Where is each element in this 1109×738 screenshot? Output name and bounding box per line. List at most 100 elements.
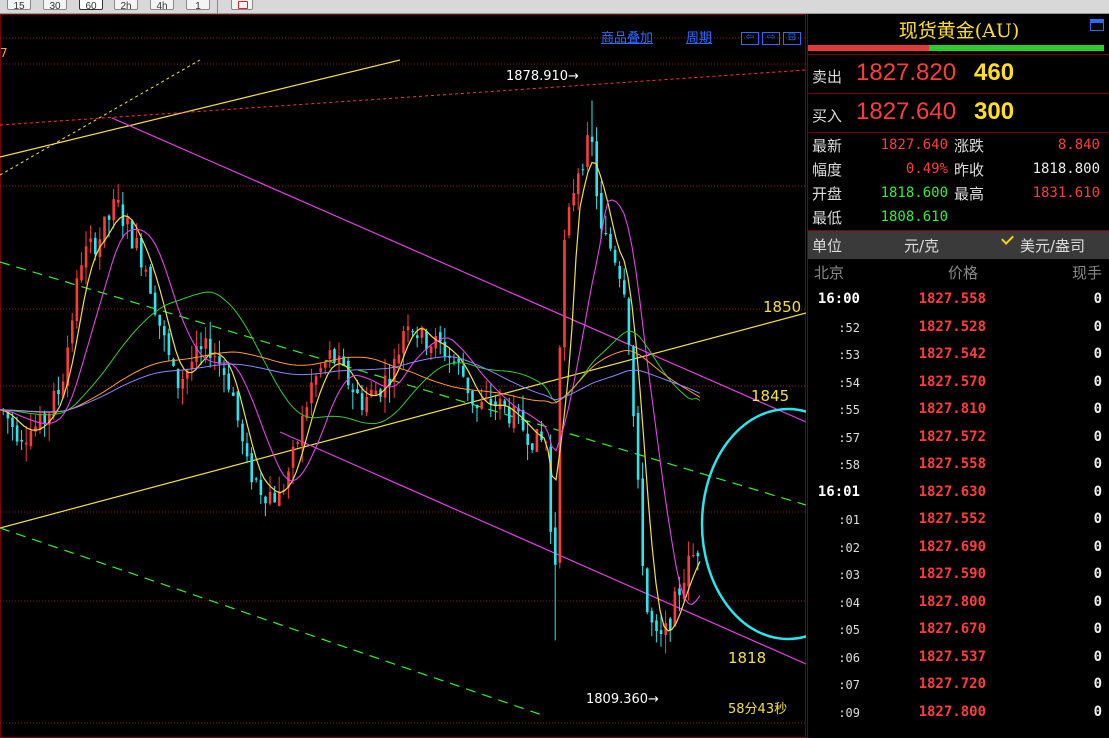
buy-ratio-fill bbox=[929, 45, 1104, 51]
tick-volume: 0 bbox=[1093, 483, 1102, 500]
tick-volume: 0 bbox=[1093, 538, 1102, 555]
candle-body bbox=[360, 393, 364, 410]
candle-body bbox=[126, 217, 129, 225]
candle-body bbox=[429, 346, 433, 354]
candle-body bbox=[163, 326, 166, 336]
candle-body bbox=[278, 491, 281, 506]
tick-row[interactable]: :06 1827.537 0 bbox=[808, 644, 1109, 672]
candle-body bbox=[623, 280, 626, 295]
timeframe-button-4h[interactable]: 4h bbox=[150, 0, 174, 12]
sell-quote-row: 卖出 1827.820 460 bbox=[808, 54, 1109, 93]
candle-body bbox=[485, 396, 488, 398]
candle-body bbox=[107, 215, 111, 220]
tick-volume: 0 bbox=[1093, 346, 1102, 362]
candle-body bbox=[222, 368, 226, 375]
timeframe-button-1[interactable]: 1 bbox=[186, 0, 210, 12]
tick-row[interactable]: :57 1827.572 0 bbox=[808, 424, 1109, 452]
tick-time: 16:00 bbox=[817, 291, 860, 307]
tick-price: 1827.810 bbox=[918, 401, 986, 417]
tick-volume: 0 bbox=[1093, 676, 1102, 692]
chart-window-buttons: ⇦ ⇨ ⊟ bbox=[741, 32, 805, 47]
candle-body bbox=[577, 173, 580, 195]
tick-row[interactable]: :55 1827.810 0 bbox=[808, 396, 1109, 424]
chart-area[interactable]: 7 1850 1845 1818 1878.910→ 1809.360→ 58分43秒 商品… bbox=[0, 14, 806, 738]
tick-time: :05 bbox=[838, 623, 860, 637]
window-icon[interactable] bbox=[1090, 19, 1104, 31]
tick-time: 16:01 bbox=[817, 483, 860, 500]
prev-close-label: 昨收 bbox=[954, 161, 985, 179]
unit-label: 单位 bbox=[812, 237, 843, 255]
sell-volume: 460 bbox=[974, 59, 1015, 86]
tick-volume: 0 bbox=[1093, 511, 1102, 527]
candle-body bbox=[140, 238, 143, 268]
candle-body bbox=[273, 492, 276, 503]
unit-usd-option[interactable]: 美元/盎司 bbox=[1020, 235, 1085, 256]
candle-body bbox=[236, 391, 240, 421]
tick-row[interactable]: :01 1827.552 0 bbox=[808, 506, 1109, 534]
candle-body bbox=[314, 376, 318, 385]
unit-cny-option[interactable]: 元/克 bbox=[904, 235, 939, 256]
tick-time: :02 bbox=[838, 540, 860, 555]
chart-border bbox=[0, 14, 806, 738]
timeframe-button-30[interactable]: 30 bbox=[43, 0, 67, 12]
tick-price: 1827.558 bbox=[918, 456, 986, 472]
tick-price: 1827.528 bbox=[918, 318, 986, 335]
overlay-menu-link[interactable]: 商品叠加 bbox=[601, 31, 653, 47]
open-value: 1818.600 bbox=[880, 185, 948, 201]
candle-body bbox=[471, 390, 474, 405]
tick-price: 1827.558 bbox=[918, 291, 986, 307]
tick-price: 1827.542 bbox=[918, 346, 986, 362]
tick-volume: 0 bbox=[1093, 428, 1102, 445]
candle-body bbox=[563, 239, 566, 348]
tick-row[interactable]: :52 1827.528 0 bbox=[808, 314, 1109, 342]
amplitude-value: 0.49% bbox=[905, 161, 948, 177]
tick-row[interactable]: :04 1827.800 0 bbox=[808, 589, 1109, 617]
tick-row[interactable]: :53 1827.542 0 bbox=[808, 341, 1109, 369]
buy-label: 买入 bbox=[812, 107, 843, 125]
tick-row[interactable]: :03 1827.590 0 bbox=[808, 561, 1109, 589]
candle-body bbox=[347, 360, 350, 386]
toolbar-separator bbox=[217, 0, 218, 13]
draw-tool-button[interactable] bbox=[231, 0, 253, 10]
tick-row[interactable]: :58 1827.558 0 bbox=[808, 451, 1109, 479]
timeframe-button-15[interactable]: 15 bbox=[7, 0, 31, 12]
tick-row[interactable]: :09 1827.800 0 bbox=[808, 699, 1109, 727]
tick-row[interactable]: 16:01 1827.630 0 bbox=[808, 479, 1109, 507]
channel-line-magenta-upper bbox=[111, 117, 806, 423]
arrow-left-icon[interactable]: ⇦ bbox=[741, 32, 759, 45]
low-price-label: 1809.360→ bbox=[586, 692, 659, 707]
prev-close-value: 1818.800 bbox=[1032, 161, 1100, 177]
timeframe-button-60[interactable]: 60 bbox=[79, 0, 103, 12]
tick-row[interactable]: :54 1827.570 0 bbox=[808, 369, 1109, 397]
timeframe-button-2h[interactable]: 2h bbox=[114, 0, 138, 12]
candle-body bbox=[199, 346, 203, 350]
tick-price: 1827.670 bbox=[918, 621, 986, 637]
candlestick-chart[interactable]: 7 1850 1845 1818 1878.910→ 1809.360→ 58分43秒 bbox=[0, 14, 806, 738]
arrow-right-icon[interactable]: ⇨ bbox=[762, 32, 780, 45]
open-label: 开盘 bbox=[812, 185, 843, 203]
candle-body bbox=[406, 326, 410, 331]
candle-body bbox=[618, 266, 621, 279]
candle-body bbox=[402, 331, 405, 354]
candle-body bbox=[291, 446, 295, 468]
tick-time: :09 bbox=[838, 705, 860, 720]
quote-panel: 现货黄金(AU) 卖出 1827.820 460 买入 1827.640 300… bbox=[807, 14, 1109, 738]
candle-body bbox=[11, 417, 14, 427]
candle-body bbox=[567, 207, 571, 236]
candle-body bbox=[75, 278, 79, 322]
tick-volume: 0 bbox=[1093, 703, 1102, 720]
resistance-line-red bbox=[0, 69, 806, 126]
tick-row[interactable]: :05 1827.670 0 bbox=[808, 616, 1109, 644]
candle-body bbox=[356, 389, 359, 393]
tick-row[interactable]: :07 1827.720 0 bbox=[808, 671, 1109, 699]
period-menu-link[interactable]: 周期 bbox=[686, 31, 712, 47]
sell-ratio-fill bbox=[808, 45, 930, 51]
tick-row[interactable]: 16:00 1827.558 0 bbox=[808, 286, 1109, 314]
layout-icon[interactable]: ⊟ bbox=[783, 32, 801, 45]
candle-body bbox=[241, 423, 244, 442]
candle-body bbox=[167, 333, 171, 355]
candle-body bbox=[181, 378, 184, 389]
buy-price: 1827.640 bbox=[856, 98, 957, 125]
tick-row[interactable]: :02 1827.690 0 bbox=[808, 534, 1109, 562]
unit-row: 单位 元/克 美元/盎司 bbox=[808, 230, 1109, 259]
